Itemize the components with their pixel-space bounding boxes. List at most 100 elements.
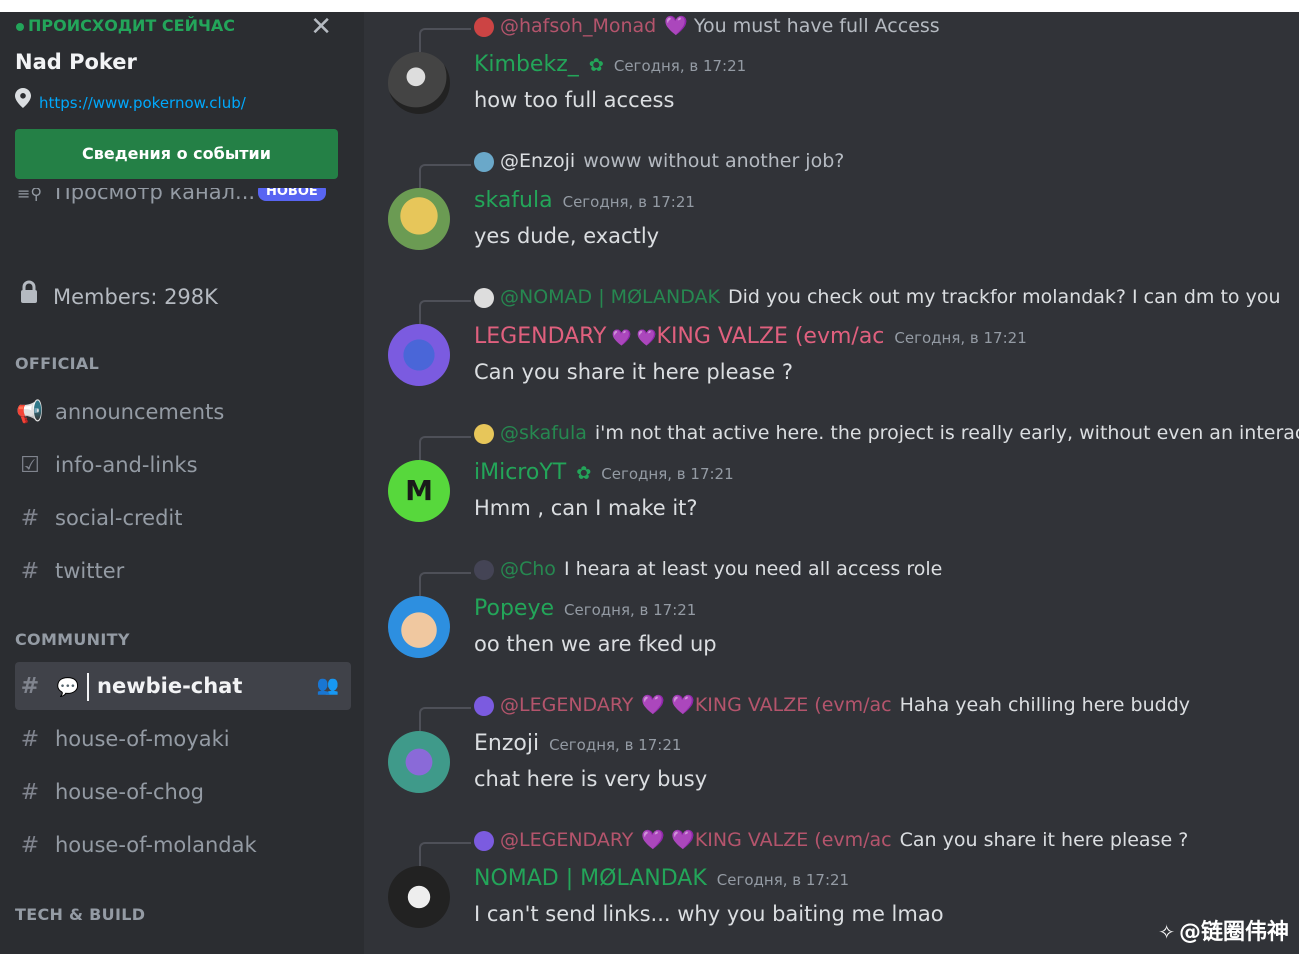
heart-icon: 💜 <box>664 15 688 37</box>
message-content: yes dude, exactly <box>474 224 660 248</box>
message-timestamp: Сегодня, в 17:21 <box>894 329 1027 347</box>
reply-author: @Enzoji <box>500 150 576 172</box>
heart-icon: 💜 <box>641 829 666 851</box>
category-community[interactable]: COMMUNITY <box>15 630 130 649</box>
message-author[interactable]: Enzoji <box>474 731 539 756</box>
discord-window: ПРОИСХОДИТ СЕЙЧАС ✕ Nad Poker https://ww… <box>0 12 1299 954</box>
channel-house-of-moyaki[interactable]: # house-of-moyaki <box>15 715 351 763</box>
message-content: how too full access <box>474 88 675 112</box>
reply-preview[interactable]: @hafsoh_Monad 💜 You must have full Access <box>474 14 940 37</box>
event-details-button[interactable]: Сведения о событии <box>15 129 338 179</box>
reply-preview[interactable]: @Enzoji woww without another job? <box>474 150 844 172</box>
message-author[interactable]: NOMAD | MØLANDAK <box>474 866 707 891</box>
reply-preview[interactable]: @Cho I heara at least you need all access… <box>474 558 942 580</box>
message-author[interactable]: Popeye <box>474 596 554 621</box>
message-author[interactable]: iMicroYT <box>474 460 566 485</box>
reply-connector <box>419 300 471 324</box>
browse-channels-row[interactable]: ≡⚲ Просмотр канал... НОВОЕ <box>15 188 345 218</box>
browse-channels-icon: ≡⚲ <box>17 188 43 203</box>
channel-announcements[interactable]: 📢 announcements <box>15 388 351 436</box>
reply-preview[interactable]: @NOMAD | MØLANDAK Did you check out my tr… <box>474 286 1280 308</box>
reply-avatar <box>474 830 494 851</box>
chat-bubble-icon: 💬 <box>56 677 80 698</box>
location-pin-icon <box>15 88 33 112</box>
reply-text: Can you share it here please ? <box>899 829 1189 851</box>
event-location: https://www.pokernow.club/ <box>15 88 246 112</box>
reply-author: @NOMAD | MØLANDAK <box>500 286 721 308</box>
message[interactable]: @NOMAD | MØLANDAK Did you check out my tr… <box>364 284 1299 416</box>
reply-text: woww without another job? <box>583 150 845 172</box>
reply-connector <box>419 572 471 596</box>
members-row[interactable]: Members: 298K <box>15 280 218 309</box>
browse-channels-label: Просмотр канал... <box>55 188 256 204</box>
watermark: ✧ @链圈伟神 <box>1158 914 1289 946</box>
reply-preview[interactable]: @LEGENDARY 💜 💜KING VALZE (evm/ac Haha yeah… <box>474 693 1190 716</box>
channel-info-and-links[interactable]: ☑ info-and-links <box>15 441 351 489</box>
reply-connector <box>419 28 471 52</box>
members-label: Members: 298K <box>53 285 218 309</box>
channel-twitter[interactable]: # twitter <box>15 547 351 595</box>
channel-social-credit[interactable]: # social-credit <box>15 494 351 542</box>
avatar[interactable] <box>388 866 450 928</box>
reply-avatar <box>474 695 494 716</box>
reply-text: I heara at least you need all access rol… <box>563 558 943 580</box>
reply-avatar <box>474 559 494 580</box>
channel-label: house-of-molandak <box>55 833 257 857</box>
reply-text: i'm not that active here. the project is… <box>594 422 1299 444</box>
event-live-indicator: ПРОИСХОДИТ СЕЙЧАС ✕ <box>16 14 346 40</box>
reply-preview[interactable]: @LEGENDARY 💜 💜KING VALZE (evm/ac Can you s… <box>474 828 1188 851</box>
avatar[interactable] <box>388 188 450 250</box>
reply-author: @LEGENDARY <box>500 694 634 716</box>
message[interactable]: @LEGENDARY 💜 💜KING VALZE (evm/ac Haha yeah… <box>364 691 1299 823</box>
lock-icon <box>15 280 43 309</box>
message-header: LEGENDARY 💜 💜KING VALZE (evm/ac Сегодня, … <box>474 324 1027 349</box>
channel-house-of-chog[interactable]: # house-of-chog <box>15 768 351 816</box>
hashtag-icon: # <box>20 559 40 584</box>
message[interactable]: @Enzoji woww without another job? skafula… <box>364 148 1299 280</box>
reply-connector <box>419 842 471 866</box>
heart-icon: 💜 <box>671 694 695 716</box>
channel-house-of-molandak[interactable]: # house-of-molandak <box>15 821 351 869</box>
reply-preview[interactable]: @skafula i'm not that active here. the pr… <box>474 422 1299 444</box>
message-author[interactable]: LEGENDARY <box>474 324 606 349</box>
reply-connector <box>419 707 471 731</box>
message-content: chat here is very busy <box>474 767 708 791</box>
live-dot-icon <box>16 22 24 31</box>
channel-newbie-chat[interactable]: # 💬 newbie-chat 👥 <box>15 662 351 710</box>
message-timestamp: Сегодня, в 17:21 <box>716 871 850 889</box>
message-author[interactable]: skafula <box>474 188 553 213</box>
category-official[interactable]: OFFICIAL <box>15 354 99 373</box>
hashtag-icon: # <box>20 674 40 699</box>
reply-author: @Cho <box>500 558 556 580</box>
channel-label: house-of-moyaki <box>55 727 230 751</box>
reply-text: You must have full Access <box>693 15 940 37</box>
message-content: Can you share it here please ? <box>474 360 794 384</box>
message-author-suffix: KING VALZE (evm/ac <box>656 324 885 349</box>
reply-connector <box>419 436 471 460</box>
hashtag-icon: # <box>20 506 40 531</box>
message-header: Popeye Сегодня, в 17:21 <box>474 596 696 621</box>
avatar[interactable] <box>388 731 450 793</box>
avatar[interactable] <box>388 324 450 386</box>
message[interactable]: @skafula i'm not that active here. the pr… <box>364 420 1299 552</box>
message[interactable]: @Cho I heara at least you need all access… <box>364 556 1299 688</box>
category-tech-build[interactable]: TECH & BUILD <box>15 905 145 924</box>
reply-author-suffix: KING VALZE (evm/ac <box>694 829 892 851</box>
avatar[interactable] <box>388 596 450 658</box>
reply-avatar <box>474 287 494 308</box>
checklist-icon: ☑ <box>20 453 40 478</box>
heart-icon: 💜 <box>611 328 632 347</box>
avatar[interactable] <box>388 52 450 114</box>
message-timestamp: Сегодня, в 17:21 <box>613 57 747 75</box>
message-author[interactable]: Kimbekz_ <box>474 52 579 77</box>
message[interactable]: @hafsoh_Monad 💜 You must have full Access… <box>364 12 1299 144</box>
heart-icon: 💜 <box>641 694 666 716</box>
reply-author: @skafula <box>500 422 587 444</box>
hashtag-icon: # <box>20 727 40 752</box>
event-link[interactable]: https://www.pokernow.club/ <box>39 94 246 112</box>
megaphone-icon: 📢 <box>16 400 44 425</box>
channel-sidebar: ПРОИСХОДИТ СЕЙЧАС ✕ Nad Poker https://ww… <box>0 12 364 954</box>
close-icon[interactable]: ✕ <box>310 14 332 40</box>
add-member-icon[interactable]: 👥 <box>317 662 339 710</box>
avatar[interactable]: M <box>388 460 450 522</box>
